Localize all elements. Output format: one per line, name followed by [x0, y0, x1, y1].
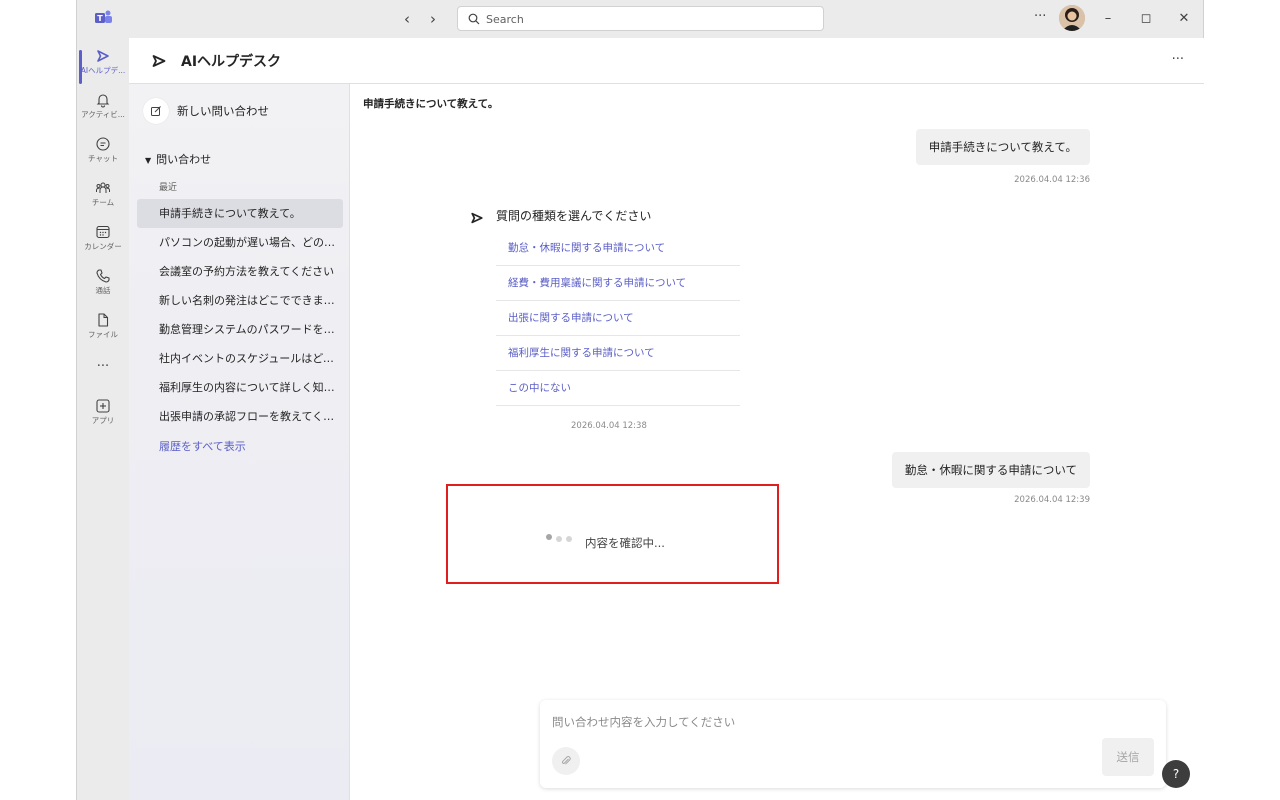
new-inquiry-button[interactable]: 新しい問い合わせ [143, 96, 269, 126]
option-list: 勤怠・休暇に関する申請について 経費・費用稟議に関する申請について 出張に関する… [496, 231, 740, 406]
active-indicator [79, 50, 82, 84]
compose-icon [143, 98, 169, 124]
rail-item-calls[interactable]: 通話 [77, 264, 129, 308]
history-item[interactable]: パソコンの起動が遅い場合、どのように対処すればいいですか [137, 228, 343, 257]
history-list: 申請手続きについて教えて。 パソコンの起動が遅い場合、どのように対処すればいいで… [137, 199, 343, 431]
history-item[interactable]: 新しい名刺の発注はどこでできますか [137, 286, 343, 315]
section-toggle-inquiries[interactable]: ▼ 問い合わせ [145, 151, 211, 167]
header-more-button[interactable]: ··· [1172, 52, 1184, 67]
rail-label: アプリ [91, 416, 115, 425]
bot-icon [471, 212, 483, 224]
history-item[interactable]: 勤怠管理システムのパスワードを忘れました [137, 315, 343, 344]
bell-icon [96, 94, 110, 108]
teams-window: T ‹ › ··· – ◻ ✕ [76, 0, 1204, 800]
teams-icon [96, 182, 110, 193]
rail-label: AIヘルプデ... [80, 66, 126, 75]
show-all-history-link[interactable]: 履歴をすべて表示 [159, 438, 246, 454]
chat-icon [96, 137, 110, 151]
rail-item-files[interactable]: ファイル [77, 308, 129, 352]
option-button[interactable]: 勤怠・休暇に関する申請について [496, 231, 740, 266]
message-input[interactable] [552, 712, 1142, 732]
rail-label: アクティビ... [81, 110, 125, 119]
rail-item-ai-helpdesk[interactable]: AIヘルプデ... [77, 44, 129, 88]
history-item[interactable]: 社内イベントのスケジュールはどこで確認できますか [137, 344, 343, 373]
add-app-icon [96, 399, 110, 413]
option-button[interactable]: 出張に関する申請について [496, 301, 740, 336]
app-rail: AIヘルプデ... アクティビ... チャット チーム カレンダー 通話 ファイ… [77, 38, 129, 800]
calendar-icon [96, 225, 110, 239]
rail-label: チーム [91, 198, 115, 207]
rail-item-apps[interactable]: アプリ [77, 394, 129, 438]
loading-highlight: 内容を確認中... [446, 484, 779, 584]
phone-icon [96, 269, 110, 283]
history-item[interactable]: 会議室の予約方法を教えてください [137, 257, 343, 286]
history-item[interactable]: 申請手続きについて教えて。 [137, 199, 343, 228]
message-composer: 送信 [540, 700, 1166, 788]
rail-label: チャット [88, 154, 118, 163]
message-timestamp: 2026.04.04 12:39 [1014, 495, 1090, 505]
help-button[interactable]: ? [1162, 760, 1190, 788]
teams-logo-icon: T [95, 10, 112, 23]
file-icon [98, 313, 109, 327]
history-item[interactable]: 福利厚生の内容について詳しく知りたいです [137, 373, 343, 402]
rail-item-chat[interactable]: チャット [77, 132, 129, 176]
back-button[interactable]: ‹ [397, 9, 417, 29]
rail-item-calendar[interactable]: カレンダー [77, 220, 129, 264]
search-input[interactable] [486, 10, 806, 28]
recent-label: 最近 [159, 183, 178, 193]
avatar[interactable] [1059, 5, 1085, 31]
svg-text:T: T [97, 14, 103, 23]
message-timestamp: 2026.04.04 12:36 [1014, 175, 1090, 185]
maximize-button[interactable]: ◻ [1135, 8, 1157, 30]
rail-label: カレンダー [84, 242, 122, 251]
bot-question: 質問の種類を選んでください [496, 209, 652, 223]
chevron-down-icon: ▼ [145, 156, 152, 165]
paperclip-icon [561, 756, 571, 765]
message-timestamp: 2026.04.04 12:38 [571, 421, 647, 431]
option-button[interactable]: 福利厚生に関する申請について [496, 336, 740, 371]
more-icon: ··· [96, 359, 110, 374]
attach-button[interactable] [552, 747, 580, 775]
conversation-sidebar: 新しい問い合わせ ▼ 問い合わせ 最近 申請手続きについて教えて。 パソコンの起動… [129, 84, 350, 800]
section-title: 問い合わせ [156, 153, 212, 166]
rail-label: 通話 [95, 286, 111, 295]
send-button[interactable]: 送信 [1102, 738, 1154, 776]
titlebar-more-button[interactable]: ··· [1034, 9, 1046, 24]
forward-button[interactable]: › [423, 9, 443, 29]
minimize-button[interactable]: – [1097, 8, 1119, 30]
user-message: 申請手続きについて教えて。 [915, 129, 1090, 165]
user-photo-icon [1059, 5, 1085, 31]
search-icon [468, 13, 480, 25]
option-button[interactable]: この中にない [496, 371, 740, 406]
title-bar: T ‹ › ··· – ◻ ✕ [77, 0, 1203, 38]
chat-pane: 申請手続きについて教えて。 申請手続きについて教えて。 2026.04.04 1… [350, 84, 1204, 800]
rail-label: ファイル [88, 330, 118, 339]
page-title: AIヘルプデスク [181, 54, 282, 70]
rail-more-button[interactable]: ··· [77, 356, 129, 380]
play-triangle-icon [97, 50, 109, 62]
user-message: 勤怠・休暇に関する申請について [891, 452, 1090, 488]
app-header: AIヘルプデスク ··· [129, 38, 1204, 84]
loading-text: 内容を確認中... [585, 536, 665, 550]
conversation-title: 申請手続きについて教えて。 [363, 98, 499, 110]
history-item[interactable]: 出張申請の承認フローを教えてください [137, 402, 343, 431]
rail-item-activity[interactable]: アクティビ... [77, 88, 129, 132]
new-inquiry-label: 新しい問い合わせ [177, 104, 269, 118]
close-button[interactable]: ✕ [1173, 8, 1195, 30]
play-triangle-icon [152, 55, 166, 67]
rail-item-teams[interactable]: チーム [77, 176, 129, 220]
search-box[interactable] [457, 6, 824, 31]
option-button[interactable]: 経費・費用稟議に関する申請について [496, 266, 740, 301]
